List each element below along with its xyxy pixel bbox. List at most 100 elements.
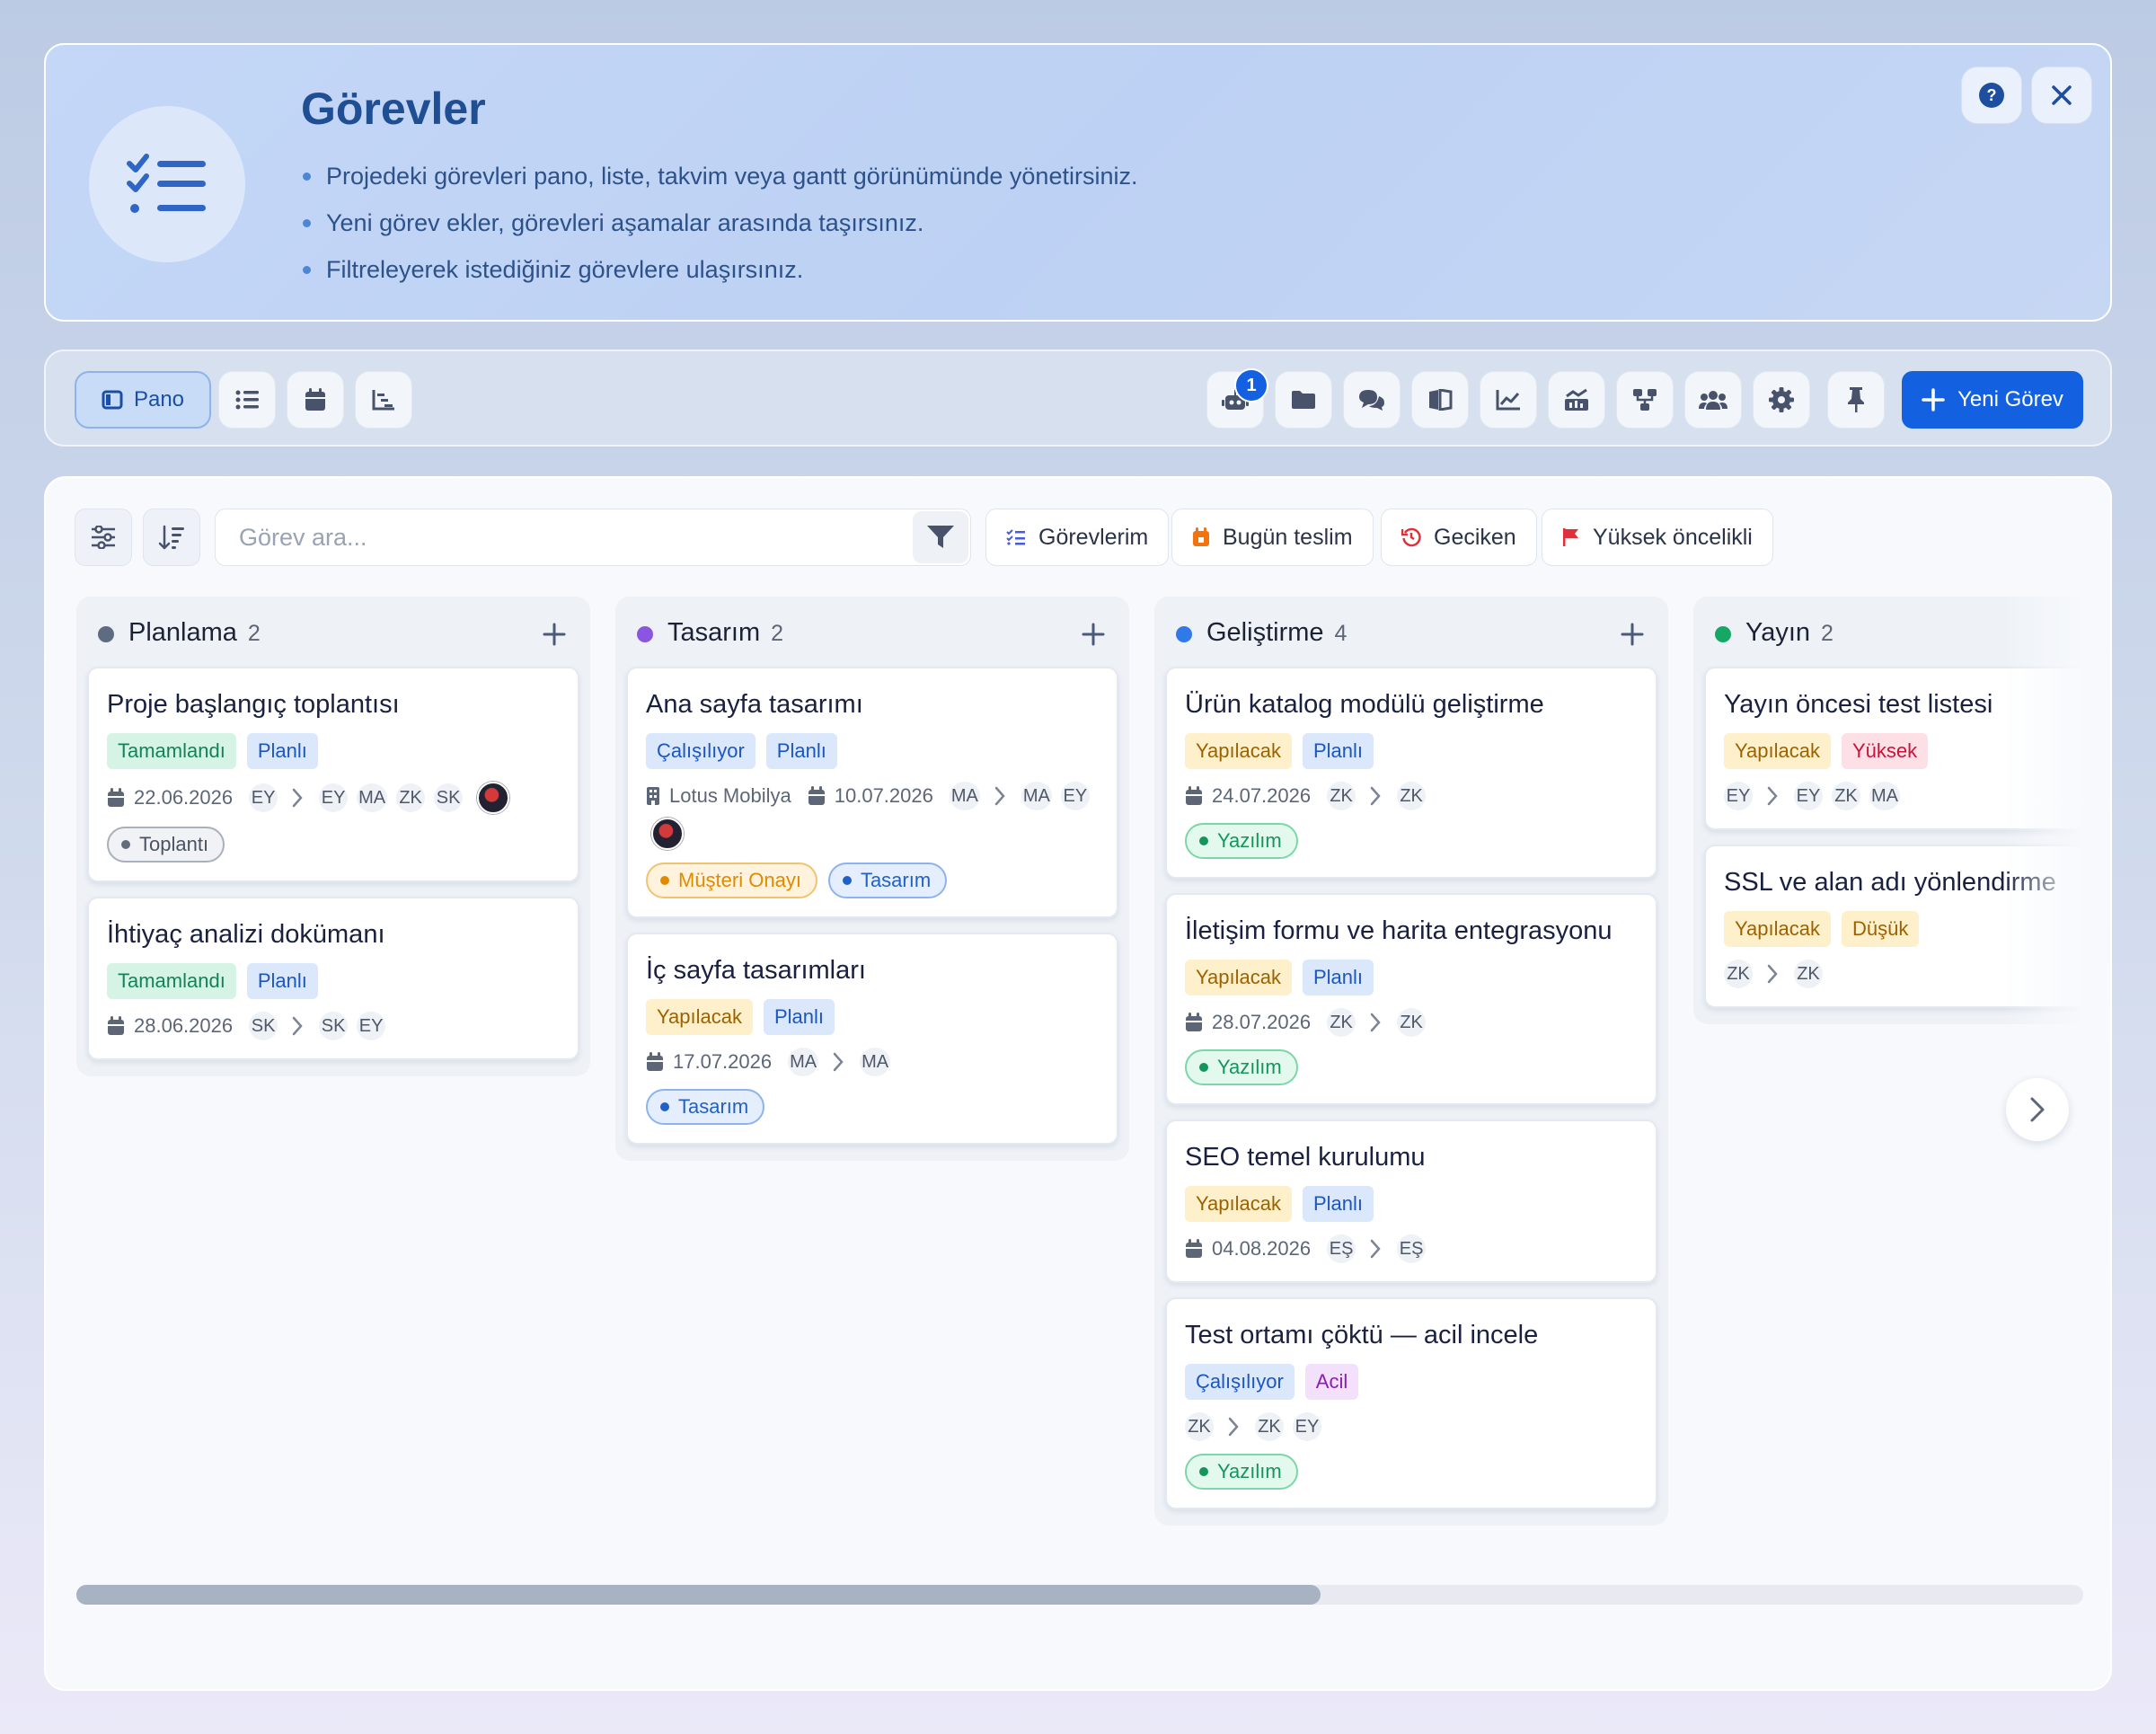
- comments-button[interactable]: [1343, 371, 1401, 429]
- settings-sliders-button[interactable]: [75, 509, 132, 566]
- task-tags: Yapılacak Planlı: [1185, 1186, 1638, 1222]
- task-label: Yazılım: [1185, 823, 1298, 859]
- due-date: 28.07.2026: [1185, 1011, 1311, 1034]
- task-tags: Tamamlandı Planlı: [107, 963, 560, 999]
- due-date-text: 04.08.2026: [1212, 1237, 1312, 1260]
- column-count: 2: [771, 621, 784, 646]
- status-badge: Yapılacak: [1185, 1186, 1292, 1222]
- due-date: 04.08.2026: [1185, 1237, 1311, 1261]
- intro-item: Projedeki görevleri pano, liste, takvim …: [301, 153, 1137, 199]
- column-title-text: Geliştirme: [1206, 618, 1324, 647]
- board-column: Tasarım 2 Ana sayfa tasarımı Çalışılıyor Pla…: [615, 597, 1129, 1161]
- view-tab-calendar[interactable]: [287, 371, 344, 429]
- task-card[interactable]: Ürün katalog modülü geliştirme Yapılacak P…: [1165, 667, 1657, 879]
- scroll-right-button[interactable]: [2006, 1078, 2069, 1141]
- add-task-button[interactable]: [1614, 616, 1650, 652]
- chevron-right-icon: [1767, 786, 1778, 806]
- board-column: Geliştirme 4 Ürün katalog modülü geliştirm…: [1154, 597, 1668, 1526]
- workflow-icon: [1632, 388, 1657, 411]
- calendar-icon: [305, 388, 326, 411]
- analytics-button[interactable]: [1548, 371, 1605, 429]
- task-card[interactable]: Ana sayfa tasarımı Çalışılıyor Planlı Lotus…: [626, 667, 1118, 918]
- assignee-initials: EŞ: [1397, 1234, 1427, 1263]
- pin-button[interactable]: [1827, 371, 1885, 429]
- assigner-initials: ZK: [1327, 782, 1356, 810]
- new-task-button[interactable]: Yeni Görev: [1902, 371, 2083, 429]
- wiki-button[interactable]: [1411, 371, 1469, 429]
- svg-text:?: ?: [1987, 86, 1997, 104]
- page-title: Görevler: [301, 84, 486, 134]
- column-header: Planlama 2: [76, 597, 590, 667]
- view-tab-label: Pano: [133, 387, 185, 411]
- plus-icon: [1621, 623, 1644, 646]
- plus-icon: [1082, 623, 1105, 646]
- assigner-initials: EY: [249, 783, 278, 812]
- settings-button[interactable]: [1753, 371, 1810, 429]
- view-tab-pano[interactable]: Pano: [75, 371, 211, 429]
- column-header: Tasarım 2: [615, 597, 1129, 667]
- list-icon: [235, 390, 259, 410]
- view-toolbar: Pano 1 Yeni Görev: [44, 349, 2112, 447]
- watcher-initials: ZK: [1832, 782, 1860, 810]
- add-task-button[interactable]: [1075, 616, 1111, 652]
- scrollbar-thumb[interactable]: [76, 1585, 1321, 1605]
- board-panel: Görev ara... Görevlerim Bugün teslim Gec…: [44, 476, 2112, 1691]
- assignee-initials: ZK: [1255, 1412, 1284, 1441]
- kanban-board: Planlama 2 Proje başlangıç toplantısı Tamam…: [76, 586, 2083, 1574]
- analytics-icon: [1563, 388, 1590, 411]
- assignee-initials: MA: [1021, 782, 1052, 810]
- workflow-button[interactable]: [1616, 371, 1674, 429]
- status-badge: Çalışılıyor: [646, 733, 755, 769]
- task-tags: Yapılacak Planlı: [1185, 733, 1638, 769]
- view-tab-list[interactable]: [218, 371, 276, 429]
- board-column: Planlama 2 Proje başlangıç toplantısı Tamam…: [76, 597, 590, 1076]
- task-search-input[interactable]: Görev ara...: [215, 509, 971, 566]
- filter-button[interactable]: [913, 511, 968, 563]
- history-icon: [1401, 527, 1421, 547]
- status-badge: Çalışılıyor: [1185, 1364, 1294, 1400]
- task-card[interactable]: İç sayfa tasarımları Yapılacak Planlı 17.07…: [626, 933, 1118, 1145]
- chevron-right-icon: [292, 788, 303, 808]
- view-tab-gantt[interactable]: [355, 371, 412, 429]
- filter-chip-my-tasks[interactable]: Görevlerim: [985, 509, 1170, 566]
- status-badge: Yapılacak: [1185, 960, 1292, 995]
- task-meta: 22.06.2026 EY EY MA ZK SK: [107, 782, 560, 814]
- files-button[interactable]: [1275, 371, 1332, 429]
- sort-button[interactable]: [143, 509, 200, 566]
- due-date: 10.07.2026: [808, 784, 933, 808]
- task-meta: Lotus Mobilya 10.07.2026 MA MA EY: [646, 782, 1099, 850]
- calendar-icon: [1185, 786, 1203, 806]
- due-date: 24.07.2026: [1185, 784, 1311, 808]
- status-badge: Planlı: [1302, 733, 1374, 769]
- task-card[interactable]: SEO temel kurulumu Yapılacak Planlı 04.08.2…: [1165, 1119, 1657, 1283]
- status-badge: Yapılacak: [1724, 911, 1831, 947]
- reports-button[interactable]: [1480, 371, 1537, 429]
- status-badge: Acil: [1304, 1364, 1359, 1400]
- close-button[interactable]: [2031, 66, 2092, 124]
- task-card[interactable]: İhtiyaç analizi dokümanı Tamamlandı Planlı…: [87, 897, 579, 1060]
- add-task-button[interactable]: [536, 616, 572, 652]
- task-labels: Yazılım: [1185, 1454, 1638, 1490]
- due-date-text: 28.07.2026: [1212, 1011, 1312, 1033]
- column-color-dot: [1715, 626, 1731, 642]
- filter-chip-due-today[interactable]: Bugün teslim: [1171, 509, 1374, 566]
- assignee-initials: ZK: [1397, 1008, 1427, 1037]
- status-badge: Planlı: [1302, 1186, 1374, 1222]
- due-date-text: 28.06.2026: [134, 1014, 234, 1037]
- task-card[interactable]: Proje başlangıç toplantısı Tamamlandı Plan…: [87, 667, 579, 882]
- calendar-day-icon: [1192, 527, 1210, 547]
- horizontal-scrollbar[interactable]: [76, 1585, 2083, 1605]
- filter-chip-high-priority[interactable]: Yüksek öncelikli: [1542, 509, 1773, 566]
- line-chart-icon: [1496, 389, 1521, 411]
- task-card[interactable]: İletişim formu ve harita entegrasyonu Yap…: [1165, 893, 1657, 1105]
- task-card[interactable]: Test ortamı çöktü — acil incele Çalışılıy…: [1165, 1297, 1657, 1509]
- assigner-initials: MA: [788, 1048, 819, 1076]
- due-date: 17.07.2026: [646, 1050, 772, 1074]
- members-button[interactable]: [1684, 371, 1742, 429]
- filter-chip-overdue[interactable]: Geciken: [1381, 509, 1537, 566]
- question-circle-icon: ?: [1978, 82, 2005, 109]
- assignee-initials: MA: [860, 1048, 891, 1076]
- column-count: 4: [1334, 621, 1348, 646]
- help-button[interactable]: ?: [1961, 66, 2022, 124]
- automation-button[interactable]: 1: [1206, 368, 1268, 429]
